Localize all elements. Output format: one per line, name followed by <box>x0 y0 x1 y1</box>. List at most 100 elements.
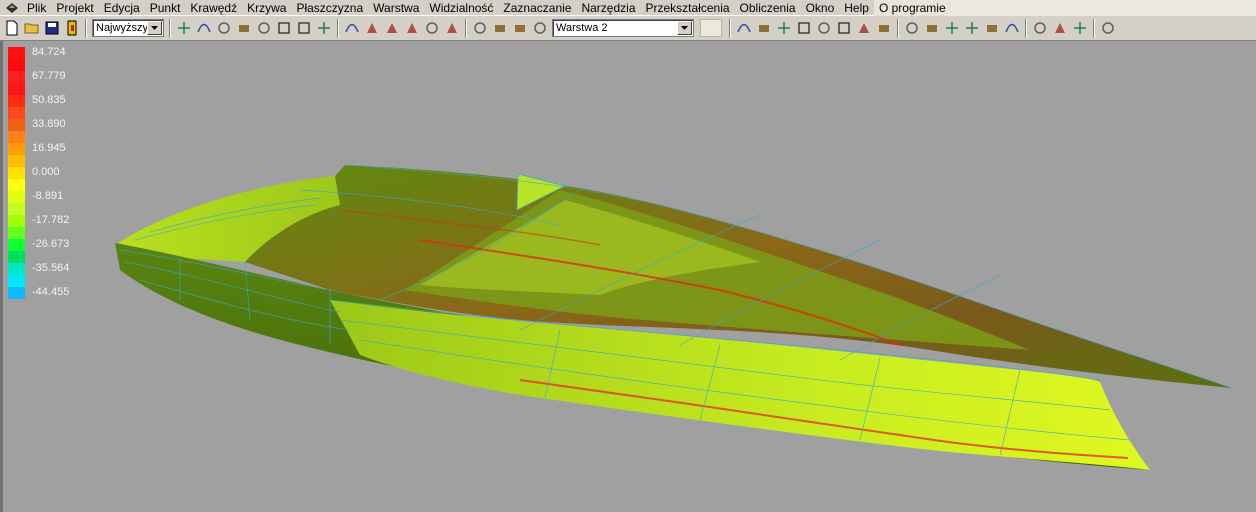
legend-label: 33.890 <box>32 118 66 130</box>
legend-swatch <box>8 143 25 155</box>
legend-row: 16.945 <box>8 142 98 167</box>
legend-label: 0.000 <box>32 166 60 178</box>
chevron-down-icon[interactable] <box>147 21 162 35</box>
legend-swatch <box>8 59 25 71</box>
menu-item-krzywa[interactable]: Krzywa <box>242 0 291 16</box>
menu-item-edycja[interactable]: Edycja <box>99 0 145 16</box>
menu-item-przekształcenia[interactable]: Przekształcenia <box>641 0 735 16</box>
edge-loop-icon[interactable] <box>383 19 401 37</box>
distance-icon[interactable] <box>943 19 961 37</box>
quality-select-value: Najwyższy <box>96 22 147 34</box>
toolbar-separator <box>465 18 467 38</box>
toolbar-group-transform <box>734 19 894 37</box>
legend-row: 0.000 <box>8 166 98 191</box>
menu-item-zaznaczanie[interactable]: Zaznaczanie <box>498 0 576 16</box>
document-settings-icon[interactable] <box>343 19 361 37</box>
layer-select[interactable]: Warstwa 2 <box>552 19 694 37</box>
join-edge-icon[interactable] <box>403 19 421 37</box>
menu-item-punkt[interactable]: Punkt <box>145 0 186 16</box>
mesh-grid-icon[interactable] <box>255 19 273 37</box>
legend-swatch <box>8 71 25 83</box>
plane-shape-icon[interactable] <box>363 19 381 37</box>
menu-item-okno[interactable]: Okno <box>801 0 840 16</box>
toolbar-group-view <box>1030 19 1090 37</box>
legend-label: 84.724 <box>32 46 66 58</box>
menu-item-krawędź[interactable]: Krawędź <box>185 0 242 16</box>
quality-select[interactable]: Najwyższy <box>92 19 164 37</box>
group-objects-icon[interactable] <box>875 19 893 37</box>
curve-join-icon[interactable] <box>1031 19 1049 37</box>
chevron-down-icon[interactable] <box>677 21 692 35</box>
app-logo-icon[interactable] <box>4 1 20 15</box>
toolbar-group-analysis <box>470 19 550 37</box>
edge-curve-icon[interactable] <box>195 19 213 37</box>
cross-section-icon[interactable] <box>471 19 489 37</box>
measure-icon[interactable] <box>903 19 921 37</box>
toolbar-group-render <box>1098 19 1118 37</box>
legend-swatch <box>8 191 25 203</box>
legend-label: 67.779 <box>32 70 66 82</box>
legend-row: -17.782 <box>8 214 98 239</box>
legend-swatch <box>8 107 25 119</box>
open-folder-icon[interactable] <box>23 19 41 37</box>
menu-item-plik[interactable]: Plik <box>22 0 51 16</box>
sphere-icon[interactable] <box>275 19 293 37</box>
menu-item-obliczenia[interactable]: Obliczenia <box>735 0 801 16</box>
fill-tool-icon[interactable] <box>491 19 509 37</box>
layer-grid-icon[interactable] <box>531 19 549 37</box>
menu-item-warstwa[interactable]: Warstwa <box>368 0 424 16</box>
curved-surface-icon[interactable] <box>1003 19 1021 37</box>
legend-swatch <box>8 179 25 191</box>
legend-label: -26.673 <box>32 238 70 250</box>
toolbar-separator <box>1025 18 1027 38</box>
move-point-icon[interactable] <box>755 19 773 37</box>
legend-label: -8.891 <box>32 190 64 202</box>
legend-swatch <box>8 203 25 215</box>
lock-icon[interactable] <box>835 19 853 37</box>
legend-swatch <box>8 251 25 263</box>
camera-icon[interactable] <box>1071 19 1089 37</box>
dimension-icon[interactable] <box>923 19 941 37</box>
unlock-icon[interactable] <box>855 19 873 37</box>
toolbar-separator <box>169 18 171 38</box>
barrel-icon[interactable] <box>983 19 1001 37</box>
curve-tool-icon[interactable] <box>423 19 441 37</box>
flag-marker-icon[interactable] <box>795 19 813 37</box>
menu-item-narzędzia[interactable]: Narzędzia <box>576 0 640 16</box>
color-map-icon[interactable] <box>511 19 529 37</box>
legend-swatch <box>8 287 25 299</box>
align-points-icon[interactable] <box>775 19 793 37</box>
light-icon[interactable] <box>1051 19 1069 37</box>
legend-swatch <box>8 47 25 59</box>
menu-item-widzialność[interactable]: Widzialność <box>424 0 498 16</box>
save-disk-icon[interactable] <box>43 19 61 37</box>
menu-bar-filler <box>950 0 1256 16</box>
layer-select-value: Warstwa 2 <box>556 22 608 34</box>
main-toolbar: Najwyższy Warstwa 2 <box>0 16 1256 41</box>
exit-icon[interactable] <box>63 19 81 37</box>
globe-render-icon[interactable] <box>235 19 253 37</box>
surface-select-icon[interactable] <box>215 19 233 37</box>
new-file-icon[interactable] <box>3 19 21 37</box>
mirror-plane-icon[interactable] <box>815 19 833 37</box>
sweep-curve-icon[interactable] <box>443 19 461 37</box>
cube-icon[interactable] <box>963 19 981 37</box>
shader-render-icon[interactable] <box>1099 19 1117 37</box>
layer-color-swatch[interactable] <box>700 19 722 37</box>
point-grid-icon[interactable] <box>175 19 193 37</box>
hull-shape-icon[interactable] <box>735 19 753 37</box>
3d-viewport[interactable] <box>0 41 1256 512</box>
legend-swatch <box>8 227 25 239</box>
legend-swatch <box>8 215 25 227</box>
menu-item-o-programie[interactable]: O programie <box>873 0 951 16</box>
legend-row: 84.724 <box>8 46 98 71</box>
hull-surface-model[interactable] <box>0 41 1256 512</box>
legend-swatch <box>8 167 25 179</box>
wave-surface-icon[interactable] <box>295 19 313 37</box>
menu-item-płaszczyzna[interactable]: Płaszczyzna <box>291 0 368 16</box>
menu-items: Plik Projekt Edycja Punkt Krawędź Krzywa Płasz… <box>22 0 951 16</box>
toolbar-separator <box>337 18 339 38</box>
lines-3d-icon[interactable] <box>315 19 333 37</box>
menu-item-projekt[interactable]: Projekt <box>51 0 98 16</box>
menu-item-help[interactable]: Help <box>839 0 874 16</box>
